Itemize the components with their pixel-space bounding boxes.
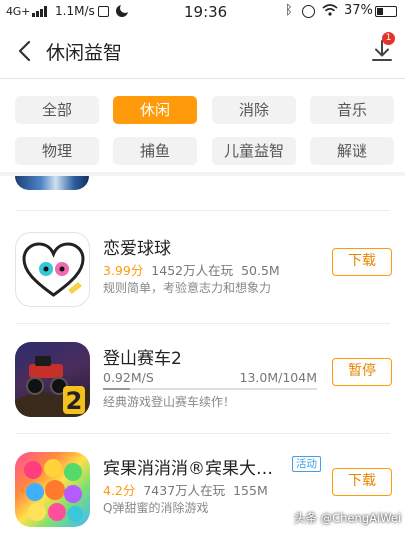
network-speed: 1.1M/s bbox=[55, 4, 95, 18]
app-icon[interactable] bbox=[15, 232, 90, 307]
event-tag: 活动 bbox=[292, 456, 321, 472]
download-button[interactable]: 下载 bbox=[332, 468, 392, 496]
app-players: 1452万人在玩 bbox=[151, 263, 234, 278]
download-status: 0.92M/S 13.0M/104M bbox=[103, 370, 317, 385]
page-title: 休闲益智 bbox=[46, 42, 123, 64]
category-physics[interactable]: 物理 bbox=[15, 137, 99, 165]
app-name: 宾果消消消®宾果大… bbox=[103, 459, 273, 479]
download-speed: 0.92M/S bbox=[103, 370, 154, 385]
battery-percent: 37% bbox=[344, 3, 373, 18]
app-size: 155M bbox=[233, 483, 268, 498]
app-description: Q弹甜蜜的消除游戏 bbox=[103, 501, 209, 515]
app-header: 休闲益智 1 bbox=[0, 26, 405, 78]
download-count-badge: 1 bbox=[382, 32, 395, 45]
app-rating: 4.2分 bbox=[103, 483, 136, 498]
app-description: 经典游戏登山赛车续作！ bbox=[103, 395, 236, 409]
category-match[interactable]: 消除 bbox=[212, 96, 296, 124]
app-icon-partial[interactable] bbox=[15, 176, 89, 190]
download-progress-fill bbox=[103, 388, 130, 390]
network-type: 4G+ bbox=[6, 5, 31, 18]
app-icon[interactable]: 2 bbox=[15, 342, 90, 417]
alarm-icon bbox=[302, 5, 315, 18]
watermark: 头条 @ChengAiWei bbox=[294, 511, 402, 525]
clock: 19:36 bbox=[184, 3, 228, 21]
app-meta: 4.2分 7437万人在玩 155M bbox=[103, 480, 268, 499]
download-progress-text: 13.0M/104M bbox=[239, 370, 317, 385]
app-meta: 3.99分 1452万人在玩 50.5M bbox=[103, 260, 280, 279]
download-button[interactable]: 下载 bbox=[332, 248, 392, 276]
header-divider bbox=[0, 78, 405, 79]
category-kids[interactable]: 儿童益智 bbox=[212, 137, 296, 165]
category-all[interactable]: 全部 bbox=[15, 96, 99, 124]
status-bar: 4G+ 1.1M/s 19:36 ᛒ 37% bbox=[0, 0, 405, 26]
category-fishing[interactable]: 捕鱼 bbox=[113, 137, 197, 165]
app-icon[interactable] bbox=[15, 452, 90, 527]
app-name: 登山赛车2 bbox=[103, 349, 182, 369]
app-description: 规则简单，考验意志力和想象力 bbox=[103, 281, 272, 295]
notification-icon bbox=[98, 6, 109, 17]
download-progress-bar bbox=[103, 388, 317, 390]
bluetooth-icon: ᛒ bbox=[285, 3, 293, 18]
app-name: 恋爱球球 bbox=[103, 239, 171, 259]
pause-button[interactable]: 暂停 bbox=[332, 358, 392, 386]
category-casual[interactable]: 休闲 bbox=[113, 96, 197, 124]
app-players: 7437万人在玩 bbox=[143, 483, 226, 498]
svg-text:2: 2 bbox=[66, 387, 83, 415]
category-music[interactable]: 音乐 bbox=[310, 96, 394, 124]
back-button[interactable] bbox=[14, 38, 36, 64]
app-rating: 3.99分 bbox=[103, 263, 144, 278]
app-list-item[interactable]: 恋爱球球 3.99分 1452万人在玩 50.5M 规则简单，考验意志力和想象力… bbox=[0, 214, 405, 324]
app-list-item[interactable]: 2 登山赛车2 0.92M/S 13.0M/104M 经典游戏登山赛车续作！ 暂… bbox=[0, 324, 405, 434]
chevron-left-icon bbox=[18, 40, 31, 62]
app-size: 50.5M bbox=[241, 263, 280, 278]
category-puzzle[interactable]: 解谜 bbox=[310, 137, 394, 165]
battery-icon bbox=[375, 6, 397, 17]
list-divider bbox=[15, 210, 390, 211]
wifi-icon bbox=[322, 4, 338, 16]
moon-icon bbox=[116, 3, 130, 17]
signal-icon bbox=[32, 6, 48, 17]
